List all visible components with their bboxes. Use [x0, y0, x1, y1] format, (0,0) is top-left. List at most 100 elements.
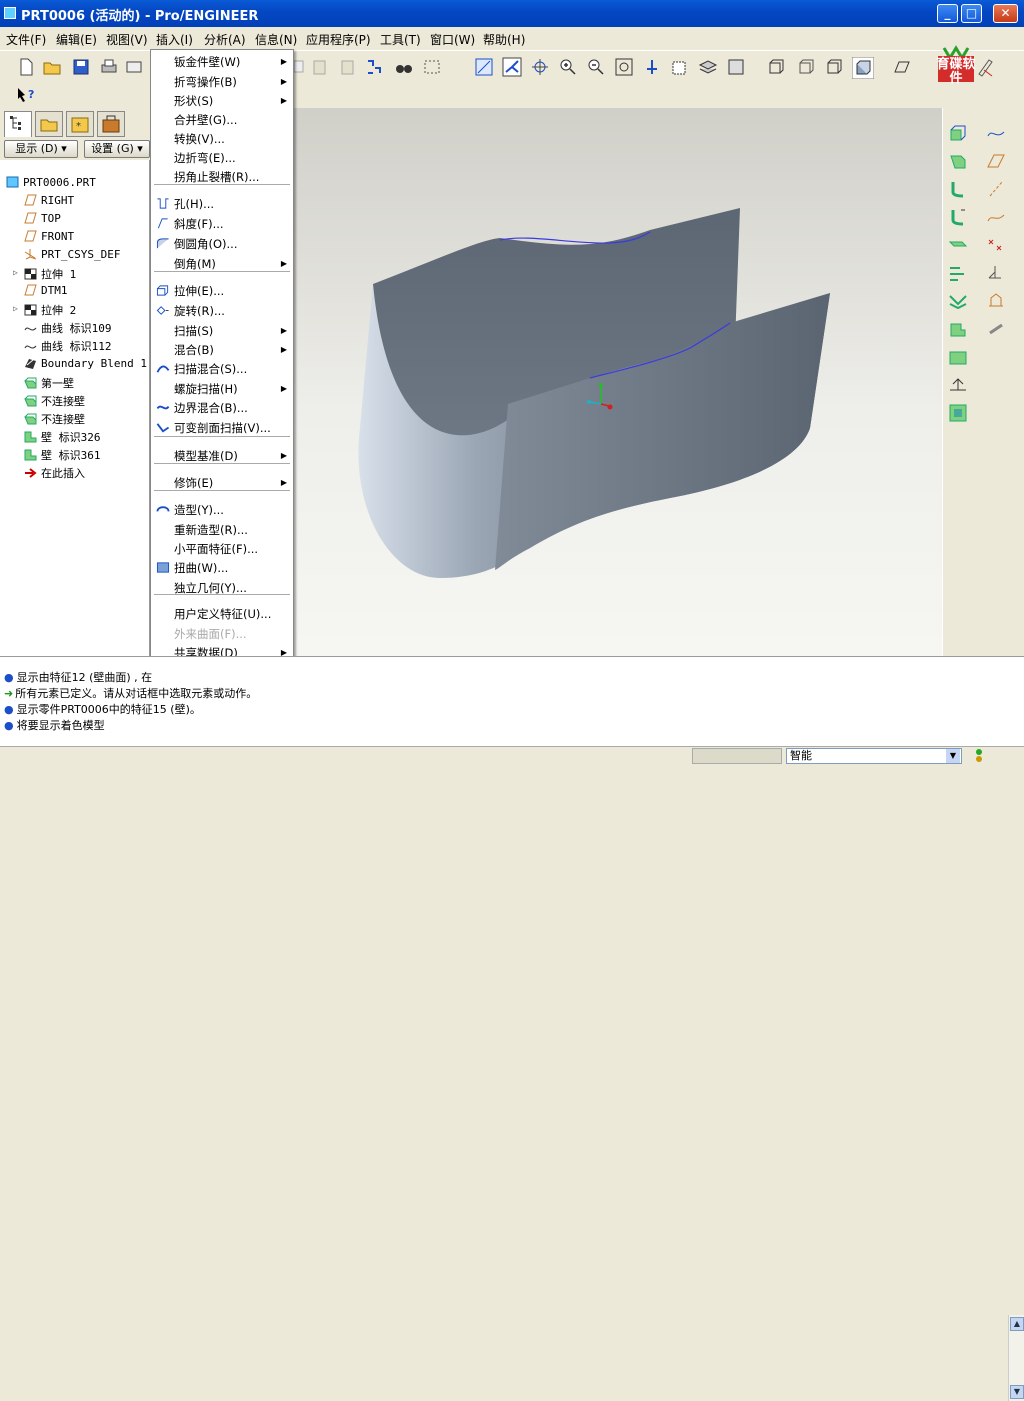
tree-item[interactable]: RIGHT	[24, 194, 74, 212]
no-hidden-icon[interactable]	[824, 57, 844, 77]
menu-file[interactable]: 文件(F)	[6, 31, 46, 48]
insert-menu-item[interactable]: 倒圆角(O)...	[174, 236, 238, 252]
menu-analysis[interactable]: 分析(A)	[204, 31, 246, 48]
flange-wall-icon[interactable]	[947, 178, 969, 200]
menu-help[interactable]: 帮助(H)	[483, 31, 525, 48]
menu-tools[interactable]: 工具(T)	[380, 31, 421, 48]
selection-filter-dropdown[interactable]: 智能 ▼	[786, 748, 962, 764]
saved-views-icon[interactable]	[670, 57, 690, 77]
tree-item[interactable]: 在此插入	[24, 465, 85, 483]
chain-link-icon[interactable]	[985, 318, 1007, 340]
find-binoculars-icon[interactable]	[394, 57, 414, 77]
select-box-icon[interactable]	[422, 57, 442, 77]
tab-favorites[interactable]: *	[66, 111, 94, 137]
insert-menu-item[interactable]: 转换(V)...	[174, 131, 225, 147]
minimize-button[interactable]: _	[937, 4, 958, 23]
wall-feature-icon[interactable]	[947, 122, 969, 144]
insert-menu-item[interactable]: 钣金件壁(W)	[174, 54, 240, 70]
tree-item[interactable]: 不连接壁	[24, 411, 85, 429]
punch-form-icon[interactable]	[947, 290, 969, 312]
scroll-down-arrow-icon[interactable]: ▼	[1010, 1385, 1024, 1399]
insert-menu-item[interactable]: 螺旋扫描(H)	[174, 381, 238, 397]
insert-menu-item[interactable]: 合并壁(G)...	[174, 112, 237, 128]
shading-icon[interactable]	[852, 57, 874, 79]
view-manager-icon[interactable]	[726, 57, 746, 77]
flat-wall-icon[interactable]	[947, 150, 969, 172]
menu-view[interactable]: 视图(V)	[106, 31, 148, 48]
print-icon[interactable]	[99, 57, 119, 77]
open-folder-icon[interactable]	[42, 57, 62, 77]
zoom-out-icon[interactable]	[586, 57, 606, 77]
analysis-tool-icon[interactable]	[985, 290, 1007, 312]
datum-point-display-icon[interactable]	[530, 57, 550, 77]
tree-item[interactable]: FRONT	[24, 230, 74, 248]
rip-icon[interactable]	[947, 374, 969, 396]
tree-item[interactable]: 曲线 标识109	[24, 320, 112, 338]
insert-menu-item[interactable]: 倒角(M)	[174, 256, 216, 272]
insert-menu-item[interactable]: 扭曲(W)...	[174, 560, 228, 576]
tree-item[interactable]: 曲线 标识112	[24, 338, 112, 356]
maximize-button[interactable]: □	[961, 4, 982, 23]
insert-menu-item[interactable]: 小平面特征(F)...	[174, 541, 258, 557]
datum-axis-display-icon[interactable]	[502, 57, 522, 77]
datum-curve-sketch-icon[interactable]	[985, 122, 1007, 144]
tree-item[interactable]: 壁 标识326	[24, 429, 101, 447]
tree-item[interactable]: 第一壁	[24, 375, 74, 393]
zoom-in-icon[interactable]	[558, 57, 578, 77]
bend-icon[interactable]	[947, 262, 969, 284]
tree-item[interactable]: ▷ 拉伸 2	[13, 302, 76, 320]
tree-item[interactable]: Boundary Blend 1	[24, 357, 147, 375]
insert-menu-item[interactable]: 扫描(S)	[174, 323, 213, 339]
scroll-up-arrow-icon[interactable]: ▲	[1010, 1317, 1024, 1331]
tree-item[interactable]: 壁 标识361	[24, 447, 101, 465]
insert-menu-item[interactable]: 拐角止裂槽(R)...	[174, 169, 259, 185]
save-icon[interactable]	[71, 57, 91, 77]
insert-menu-item[interactable]: 斜度(F)...	[174, 216, 224, 232]
paste-special-icon[interactable]	[338, 57, 358, 77]
close-button[interactable]: ✕	[993, 4, 1018, 23]
cut-feature-icon[interactable]	[947, 346, 969, 368]
expand-icon[interactable]: ▷	[13, 304, 18, 313]
expand-icon[interactable]: ▷	[13, 268, 18, 277]
insert-menu-item[interactable]: 拉伸(E)...	[174, 283, 224, 299]
menu-edit[interactable]: 编辑(E)	[56, 31, 97, 48]
datum-plane-display-icon[interactable]	[474, 57, 494, 77]
layers-icon[interactable]	[698, 57, 718, 77]
insert-menu-item[interactable]: 可变剖面扫描(V)...	[174, 420, 271, 436]
datum-point-tool-icon[interactable]	[985, 234, 1007, 256]
menu-applications[interactable]: 应用程序(P)	[306, 31, 371, 48]
insert-menu-item[interactable]: 边折弯(E)...	[174, 150, 236, 166]
datum-plane-tool-icon[interactable]	[985, 150, 1007, 172]
menu-window[interactable]: 窗口(W)	[430, 31, 475, 48]
insert-menu-item[interactable]: 孔(H)...	[174, 196, 214, 212]
insert-menu-item[interactable]: 混合(B)	[174, 342, 214, 358]
new-file-icon[interactable]	[16, 57, 36, 77]
tab-connections[interactable]	[97, 111, 125, 137]
display-dropdown[interactable]: 显示 (D) ▾	[4, 140, 78, 158]
insert-menu-item[interactable]: 模型基准(D)	[174, 448, 238, 464]
hidden-line-icon[interactable]	[796, 57, 816, 77]
sheetmetal-form-icon[interactable]	[947, 402, 969, 424]
send-mail-icon[interactable]	[124, 57, 144, 77]
tree-item[interactable]: PRT_CSYS_DEF	[24, 248, 120, 266]
refit-icon[interactable]	[614, 57, 634, 77]
corner-relief-icon[interactable]	[947, 318, 969, 340]
menu-info[interactable]: 信息(N)	[255, 31, 297, 48]
insert-menu-item[interactable]: 修饰(E)	[174, 475, 213, 491]
insert-menu-item[interactable]: 重新造型(R)...	[174, 522, 248, 538]
sketcher-tool-icon[interactable]	[976, 56, 998, 78]
csys-tool-icon[interactable]	[985, 262, 1007, 284]
tab-folder-browser[interactable]	[35, 111, 63, 137]
context-help-icon[interactable]: ?	[16, 86, 38, 106]
datum-axis-tool-icon[interactable]	[985, 178, 1007, 200]
insert-menu-item[interactable]: 边界混合(B)...	[174, 400, 248, 416]
insert-menu-item[interactable]: 旋转(R)...	[174, 303, 225, 319]
insert-menu-item[interactable]: 形状(S)	[174, 93, 213, 109]
tree-item[interactable]: 不连接壁	[24, 393, 85, 411]
paste-icon[interactable]	[310, 57, 330, 77]
extend-wall-icon[interactable]	[947, 206, 969, 228]
unbend-icon[interactable]	[947, 234, 969, 256]
datum-curve-icon[interactable]	[985, 206, 1007, 228]
insert-menu-item[interactable]: 用户定义特征(U)...	[174, 606, 271, 622]
sketch-plane-icon[interactable]	[892, 57, 912, 77]
